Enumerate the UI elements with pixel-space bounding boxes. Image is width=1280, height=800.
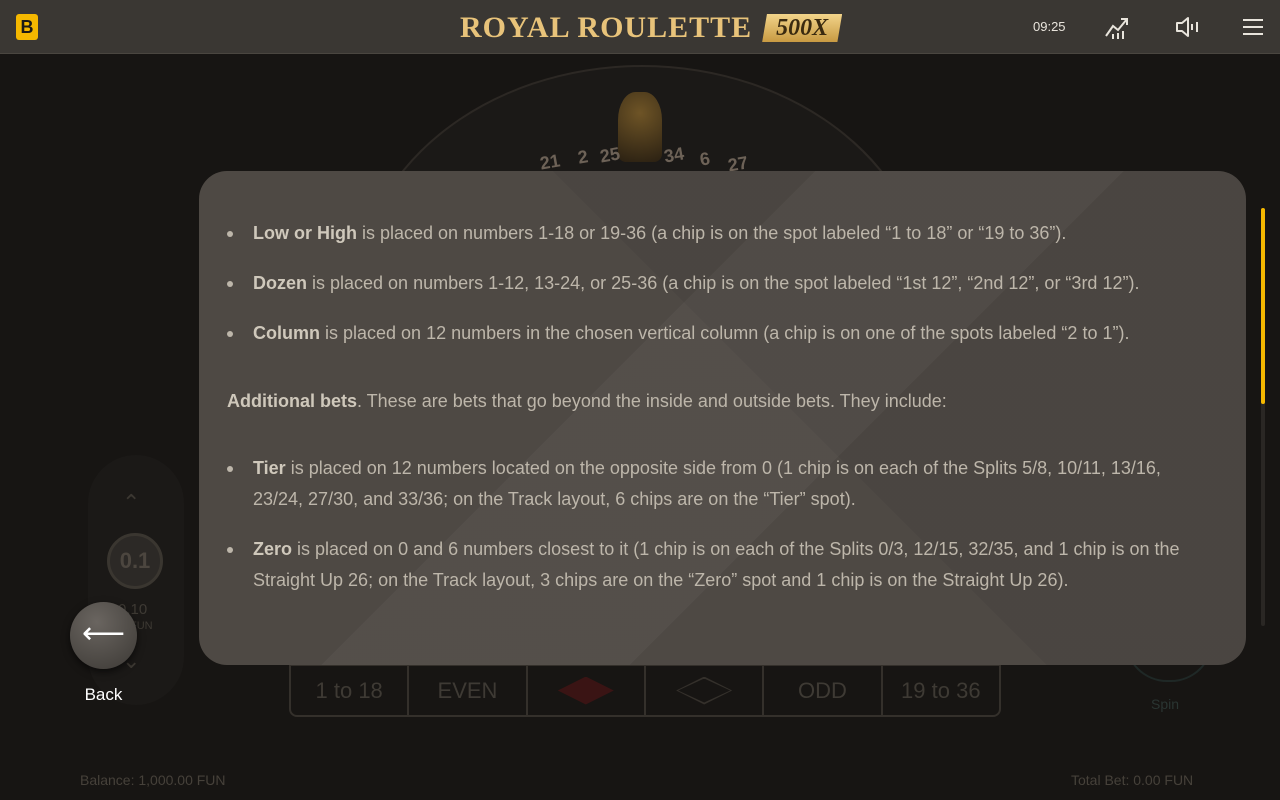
- chevron-up-icon[interactable]: ⌃: [122, 490, 140, 516]
- list-item: Dozen is placed on numbers 1-12, 13-24, …: [227, 268, 1212, 299]
- bet-high[interactable]: 19 to 36: [883, 666, 999, 715]
- additional-bets-intro: Additional bets. These are bets that go …: [227, 386, 1212, 417]
- total-bet: Total Bet: 0.00 FUN: [1071, 772, 1194, 788]
- bet-term: Column: [253, 323, 320, 343]
- bet-low[interactable]: 1 to 18: [291, 666, 410, 715]
- black-diamond-icon: [676, 676, 733, 705]
- list-item: Low or High is placed on numbers 1-18 or…: [227, 218, 1212, 249]
- bet-red[interactable]: [528, 666, 646, 715]
- scrollbar-thumb[interactable]: [1261, 208, 1265, 404]
- help-content: Low or High is placed on numbers 1-18 or…: [227, 218, 1212, 615]
- bet-description: is placed on numbers 1-12, 13-24, or 25-…: [307, 273, 1140, 293]
- game-title: ROYAL ROULETTE 500X: [460, 8, 843, 48]
- game-title-text: ROYAL ROULETTE: [460, 11, 753, 44]
- bet-term: Dozen: [253, 273, 307, 293]
- section-description: . These are bets that go beyond the insi…: [357, 391, 947, 411]
- spin-label: Spin: [1151, 696, 1180, 712]
- bet-odd[interactable]: ODD: [764, 666, 883, 715]
- help-scrollbar[interactable]: [1261, 208, 1265, 626]
- outside-bets-list: Low or High is placed on numbers 1-18 or…: [227, 218, 1212, 349]
- brand-logo: B: [16, 14, 38, 40]
- clock: 09:25: [1033, 19, 1066, 34]
- bet-term: Low or High: [253, 223, 357, 243]
- additional-bets-list: Tier is placed on 12 numbers located on …: [227, 453, 1212, 596]
- bet-term: Zero: [253, 539, 293, 559]
- bet-even[interactable]: EVEN: [409, 666, 528, 715]
- list-item: Tier is placed on 12 numbers located on …: [227, 453, 1212, 515]
- chip[interactable]: 0.1: [107, 533, 163, 589]
- bet-description: is placed on 12 numbers in the chosen ve…: [320, 323, 1130, 343]
- wheel-number: 34: [662, 143, 686, 167]
- wheel-number: 25: [598, 143, 622, 167]
- bet-description: is placed on numbers 1-18 or 19-36 (a ch…: [356, 223, 1067, 243]
- wheel-hub: [618, 92, 662, 162]
- balance: Balance: 1,000.00 FUN: [80, 772, 226, 788]
- bet-term: Tier: [253, 458, 286, 478]
- outside-bets-row: 1 to 18 EVEN ODD 19 to 36: [289, 664, 1001, 717]
- list-item: Column is placed on 12 numbers in the ch…: [227, 318, 1212, 349]
- top-bar: B ROYAL ROULETTE 500X 09:25: [0, 0, 1280, 54]
- red-diamond-icon: [557, 676, 614, 705]
- bet-description: is placed on 0 and 6 numbers closest to …: [253, 539, 1180, 590]
- sound-icon[interactable]: [1174, 14, 1200, 40]
- list-item: Zero is placed on 0 and 6 numbers closes…: [227, 534, 1212, 596]
- help-panel: Low or High is placed on numbers 1-18 or…: [199, 171, 1246, 665]
- stats-icon[interactable]: [1104, 14, 1130, 40]
- section-term: Additional bets: [227, 391, 357, 411]
- arrow-left-icon: ⟵: [81, 617, 125, 650]
- menu-icon[interactable]: [1240, 14, 1266, 40]
- bet-black[interactable]: [646, 666, 765, 715]
- multiplier-badge: 500X: [762, 14, 843, 42]
- bet-description: is placed on 12 numbers located on the o…: [253, 458, 1161, 509]
- back-button[interactable]: ⟵: [70, 602, 137, 669]
- back-label: Back: [84, 685, 123, 704]
